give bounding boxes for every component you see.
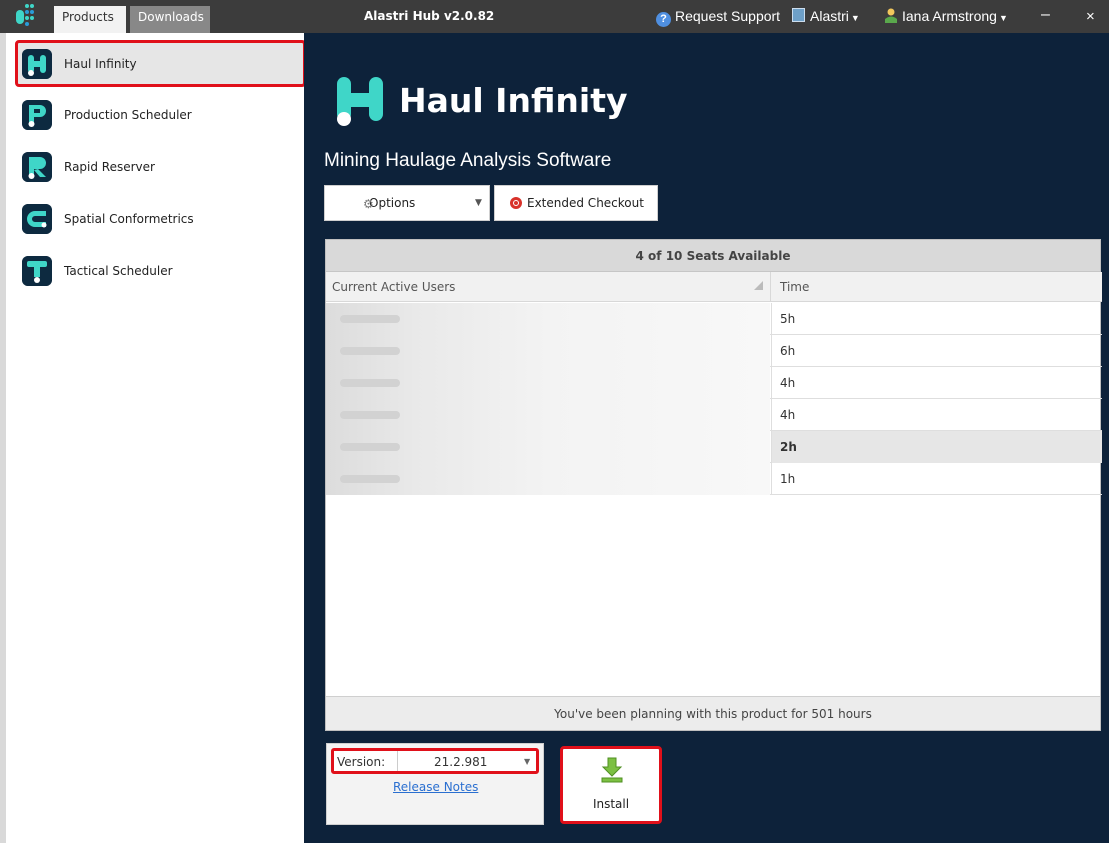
close-button[interactable]: × — [1086, 8, 1095, 25]
release-notes-link[interactable]: Release Notes — [393, 780, 478, 794]
haul-infinity-logo-icon — [337, 77, 383, 126]
usage-hours-footer: You've been planning with this product f… — [326, 696, 1100, 730]
user-label: Iana Armstrong — [902, 8, 997, 24]
download-arrow-icon — [601, 757, 623, 783]
tab-downloads[interactable]: Downloads — [130, 6, 210, 33]
chevron-down-icon: ▼ — [998, 13, 1008, 23]
product-title: Haul Infinity — [399, 81, 628, 120]
table-row[interactable]: 2h — [326, 431, 1102, 463]
time-cell: 4h — [771, 399, 1102, 431]
extended-checkout-label: Extended Checkout — [527, 196, 644, 210]
product-subtitle: Mining Haulage Analysis Software — [324, 150, 612, 171]
time-cell: 2h — [771, 431, 1102, 463]
minimize-button[interactable]: – — [1041, 6, 1050, 24]
sidebar-item-tactical-scheduler[interactable]: Tactical Scheduler — [22, 251, 302, 291]
redacted-user-name — [326, 431, 770, 463]
extended-checkout-button[interactable]: Extended Checkout — [494, 185, 658, 221]
sidebar-item-production-scheduler[interactable]: Production Scheduler — [22, 95, 302, 135]
active-users-table-header: Current Active Users Time — [326, 272, 1102, 302]
app-title: Alastri Hub v2.0.82 — [364, 9, 495, 23]
chevron-down-icon: ▼ — [524, 757, 531, 766]
redacted-user-name — [326, 335, 770, 367]
building-icon — [792, 8, 805, 22]
table-row[interactable]: 1h — [326, 463, 1102, 495]
redacted-user-name — [326, 463, 770, 495]
table-row[interactable]: 4h — [326, 367, 1102, 399]
chevron-down-icon: ▼ — [850, 13, 860, 23]
table-row[interactable]: 6h — [326, 335, 1102, 367]
user-icon — [885, 8, 897, 23]
tab-products[interactable]: Products — [54, 6, 126, 33]
active-users-table: 5h 6h 4h 4h 2h 1h — [326, 303, 1102, 495]
seats-available-header: 4 of 10 Seats Available — [326, 240, 1100, 272]
column-header-users[interactable]: Current Active Users — [332, 280, 455, 294]
h-logo-icon — [22, 48, 52, 79]
version-select[interactable]: Version: 21.2.981 ▼ — [331, 748, 539, 774]
options-dropdown-button[interactable]: ⚙ Options ▼ — [324, 185, 490, 221]
sidebar-item-label: Tactical Scheduler — [64, 264, 173, 278]
request-support-label: Request Support — [675, 8, 781, 24]
table-row[interactable]: 5h — [326, 303, 1102, 335]
redacted-user-name — [326, 399, 770, 431]
gears-icon: ⚙ — [363, 197, 374, 211]
column-divider[interactable] — [770, 272, 771, 302]
checkout-icon — [510, 197, 522, 209]
p-logo-icon — [22, 100, 52, 130]
options-label: Options — [369, 196, 416, 210]
alastri-logo-icon — [16, 4, 34, 26]
request-support-link[interactable]: ? Request Support — [656, 8, 780, 27]
user-menu[interactable]: Iana Armstrong ▼ — [884, 8, 1008, 24]
product-sidebar: Haul Infinity Production Scheduler Rapid… — [0, 33, 306, 843]
redacted-user-name — [326, 367, 770, 399]
version-box: Version: 21.2.981 ▼ Release Notes — [326, 743, 544, 825]
time-cell: 4h — [771, 367, 1102, 399]
org-menu[interactable]: Alastri ▼ — [792, 8, 860, 24]
help-icon: ? — [656, 12, 671, 27]
table-row[interactable]: 4h — [326, 399, 1102, 431]
seats-panel: 4 of 10 Seats Available Current Active U… — [325, 239, 1102, 731]
sidebar-item-label: Spatial Conformetrics — [64, 212, 194, 226]
sidebar-item-label: Haul Infinity — [64, 56, 137, 71]
sidebar-item-rapid-reserver[interactable]: Rapid Reserver — [22, 147, 302, 187]
version-divider — [397, 751, 398, 771]
c-logo-icon — [22, 204, 52, 234]
time-cell: 1h — [771, 463, 1102, 495]
time-cell: 5h — [771, 303, 1102, 335]
version-label: Version: — [337, 755, 386, 769]
org-label: Alastri — [810, 8, 849, 24]
t-logo-icon — [22, 256, 52, 286]
install-label: Install — [592, 797, 630, 811]
time-cell: 6h — [771, 335, 1102, 367]
redacted-user-name — [326, 303, 770, 335]
product-detail-pane: Haul Infinity Mining Haulage Analysis So… — [304, 33, 1109, 843]
sort-icon — [754, 281, 763, 290]
r-logo-icon — [22, 152, 52, 182]
sidebar-item-haul-infinity[interactable]: Haul Infinity — [15, 40, 306, 87]
sidebar-item-label: Rapid Reserver — [64, 160, 155, 174]
version-value: 21.2.981 — [434, 755, 488, 769]
install-button[interactable]: Install — [560, 746, 662, 824]
sidebar-item-label: Production Scheduler — [64, 108, 192, 122]
column-header-time[interactable]: Time — [780, 280, 809, 294]
title-bar: Products Downloads Alastri Hub v2.0.82 ?… — [0, 0, 1109, 33]
chevron-down-icon: ▼ — [475, 198, 482, 208]
sidebar-item-spatial-conformetrics[interactable]: Spatial Conformetrics — [22, 199, 302, 239]
